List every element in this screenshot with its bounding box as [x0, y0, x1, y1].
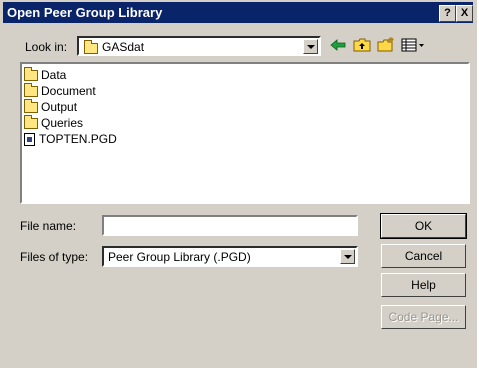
folder-icon	[84, 40, 98, 54]
files-of-type-combo[interactable]: Peer Group Library (.PGD)	[102, 246, 358, 267]
list-item[interactable]: Queries	[24, 114, 84, 131]
back-icon[interactable]	[329, 37, 347, 53]
list-item[interactable]: Document	[24, 82, 96, 99]
new-folder-icon[interactable]	[377, 37, 395, 53]
list-item-label: TOPTEN.PGD	[39, 132, 117, 146]
look-in-label: Look in:	[25, 40, 68, 54]
list-item-label: Output	[41, 100, 78, 114]
view-menu-icon[interactable]	[401, 37, 425, 53]
cancel-button[interactable]: Cancel	[381, 244, 466, 268]
file-list[interactable]: Data Document Output Queries TOPTEN.PGD	[20, 62, 470, 204]
folder-icon	[24, 98, 38, 113]
folder-icon	[24, 66, 38, 81]
list-item[interactable]: Output	[24, 98, 78, 115]
open-peer-group-dialog: Open Peer Group Library ? X Look in: GAS…	[0, 0, 479, 370]
up-one-level-icon[interactable]	[353, 37, 371, 53]
look-in-combo[interactable]: GASdat	[77, 36, 321, 56]
help-title-button[interactable]: ?	[439, 5, 456, 22]
folder-icon	[24, 114, 38, 129]
files-of-type-label: Files of type:	[20, 250, 89, 264]
look-in-value: GASdat	[102, 40, 145, 54]
list-item[interactable]: TOPTEN.PGD	[24, 131, 117, 147]
file-icon	[24, 132, 35, 146]
code-page-button[interactable]: Code Page...	[381, 305, 466, 329]
file-name-input[interactable]	[102, 215, 358, 236]
close-button[interactable]: X	[456, 5, 473, 22]
list-item-label: Document	[41, 84, 96, 98]
ok-button[interactable]: OK	[380, 213, 467, 239]
title-bar[interactable]: Open Peer Group Library ? X	[3, 2, 473, 23]
list-item-label: Queries	[41, 116, 84, 130]
files-of-type-value: Peer Group Library (.PGD)	[108, 250, 251, 264]
files-of-type-dropdown-arrow[interactable]	[340, 249, 355, 264]
file-name-label: File name:	[20, 219, 77, 233]
folder-icon	[24, 82, 38, 97]
help-button[interactable]: Help	[381, 273, 466, 297]
dialog-title: Open Peer Group Library	[7, 5, 163, 20]
list-item[interactable]: Data	[24, 66, 67, 83]
look-in-dropdown-arrow[interactable]	[303, 39, 318, 54]
list-item-label: Data	[41, 68, 67, 82]
